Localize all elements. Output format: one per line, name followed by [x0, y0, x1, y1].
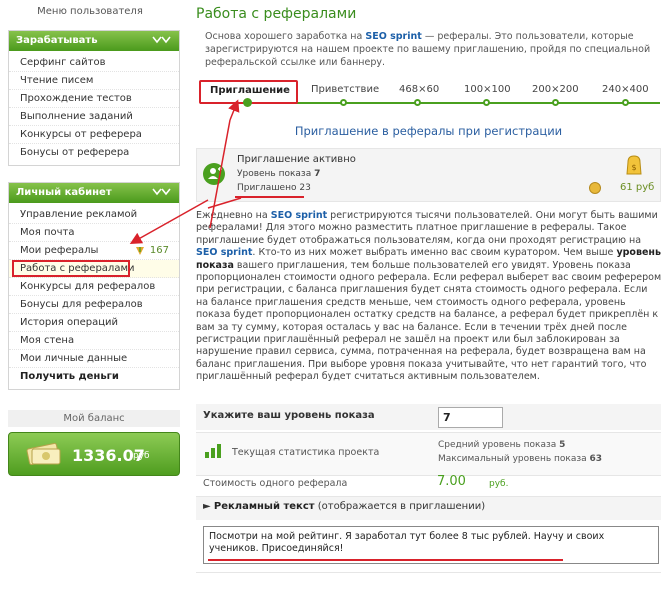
- tab-invitation-label: Приглашение: [210, 85, 290, 96]
- sidebar-item-my-wall[interactable]: Моя стена: [9, 332, 179, 350]
- stats-average: Средний уровень показа 5: [438, 440, 565, 450]
- cabinet-section: Личный кабинет Управление рекламой Моя п…: [8, 182, 180, 390]
- chevron-down-icon[interactable]: [151, 34, 173, 47]
- sidebar-item-withdraw[interactable]: Получить деньги: [9, 368, 179, 386]
- intro-text: Основа хорошего заработка на SEO sprint …: [205, 30, 655, 69]
- page-title: Работа с рефералами: [196, 6, 357, 22]
- svg-text:$: $: [631, 163, 636, 172]
- annotation-underline: [208, 559, 563, 561]
- tab-240x400[interactable]: 240×400: [602, 84, 649, 95]
- cost-currency: руб.: [489, 479, 509, 489]
- status-invited-label: Приглашено: [237, 183, 297, 193]
- balance-title: Мой баланс: [8, 410, 180, 427]
- divider: [196, 572, 661, 573]
- sidebar-item-my-referrals[interactable]: Мои рефералы 167: [9, 242, 179, 260]
- stats-average-value: 5: [559, 440, 566, 450]
- sidebar-item-personal-data[interactable]: Мои личные данные: [9, 350, 179, 368]
- stats-label: Текущая статистика проекта: [232, 447, 380, 458]
- sidebar-item-referral-work[interactable]: Работа с рефералами: [9, 260, 179, 278]
- invitation-price: 61 руб: [620, 182, 655, 193]
- money-icon: [26, 442, 61, 466]
- balance-currency: руб: [133, 451, 150, 461]
- tab-dot: [622, 99, 629, 106]
- tab-200x200[interactable]: 200×200: [532, 84, 579, 95]
- cabinet-section-header[interactable]: Личный кабинет: [9, 183, 179, 203]
- bar-chart-icon: [205, 444, 221, 458]
- sidebar-item-label: Мои рефералы: [20, 245, 99, 256]
- sidebar-item-surfing[interactable]: Серфинг сайтов: [9, 54, 179, 72]
- desc-brand: SEO sprint: [270, 210, 328, 221]
- stats-max-value: 63: [589, 454, 603, 464]
- sidebar-item-referral-contests[interactable]: Конкурсы для рефералов: [9, 278, 179, 296]
- annotation-underline: [235, 196, 304, 198]
- intro-prefix: Основа хорошего заработка на: [205, 31, 366, 42]
- desc-p1: Ежедневно на: [196, 210, 271, 221]
- add-user-icon: [203, 163, 225, 185]
- tab-dot: [340, 99, 347, 106]
- coin-icon: $: [626, 155, 642, 175]
- tab-greeting[interactable]: Приветствие: [311, 84, 379, 95]
- desc-brand2: SEO sprint: [196, 247, 253, 259]
- intro-brand: SEO sprint: [365, 31, 422, 42]
- tab-dot: [552, 99, 559, 106]
- invitation-title: Приглашение в рефералы при регистрации: [294, 124, 563, 138]
- sidebar-item-tasks[interactable]: Выполнение заданий: [9, 108, 179, 126]
- earn-section-header[interactable]: Зарабатывать: [9, 31, 179, 51]
- status-invited: Приглашено 23: [237, 183, 311, 193]
- tab-dot: [483, 99, 490, 106]
- earn-section-title: Зарабатывать: [16, 35, 98, 46]
- status-invited-value: 23: [299, 183, 311, 193]
- ad-label-bold: Рекламный текст: [213, 501, 315, 512]
- stats-max-label: Максимальный уровень показа: [438, 454, 587, 464]
- reward-icon: [136, 247, 144, 255]
- sidebar-item-referer-contests[interactable]: Конкурсы от реферера: [9, 126, 179, 144]
- cost-label: Стоимость одного реферала: [203, 478, 348, 489]
- referrals-count: 167: [149, 245, 169, 256]
- desc-p3: . Кто-то из них может выбрать именно вас…: [252, 247, 617, 259]
- earn-section: Зарабатывать Серфинг сайтов Чтение писем…: [8, 30, 180, 166]
- level-label: Укажите ваш уровень показа: [203, 410, 375, 421]
- gear-icon[interactable]: [589, 182, 601, 194]
- cabinet-section-title: Личный кабинет: [16, 187, 112, 198]
- sidebar-item-mail-reading[interactable]: Чтение писем: [9, 72, 179, 90]
- level-input[interactable]: 7: [438, 407, 503, 428]
- active-tab-dot: [243, 98, 252, 107]
- ad-text-label: ► Рекламный текст (отображается в пригла…: [203, 501, 486, 512]
- arrow-to-tab: [228, 99, 240, 121]
- sidebar-item-history[interactable]: История операций: [9, 314, 179, 332]
- tab-dot: [414, 99, 421, 106]
- tab-468x60[interactable]: 468×60: [399, 84, 439, 95]
- highlight-frame: [12, 260, 130, 277]
- status-active-label: Приглашение активно: [237, 154, 356, 165]
- sidebar-item-my-mail[interactable]: Моя почта: [9, 224, 179, 242]
- chevron-down-icon[interactable]: [151, 186, 173, 199]
- stats-max: Максимальный уровень показа 63: [438, 454, 602, 464]
- tab-100x100[interactable]: 100×100: [464, 84, 511, 95]
- sidebar-item-referral-bonuses[interactable]: Бонусы для рефералов: [9, 296, 179, 314]
- status-level: Уровень показа 7: [237, 169, 320, 179]
- ad-label-rest: (отображается в приглашении): [314, 501, 486, 512]
- status-level-value: 7: [314, 169, 321, 179]
- desc-p4: вашего приглашения, тем больше пользоват…: [196, 259, 662, 383]
- description-text: Ежедневно на SEO sprint регистрируются т…: [196, 210, 662, 384]
- sidebar-item-referer-bonuses[interactable]: Бонусы от реферера: [9, 144, 179, 162]
- sidebar-item-tests[interactable]: Прохождение тестов: [9, 90, 179, 108]
- status-level-label: Уровень показа: [237, 169, 312, 179]
- stats-average-label: Средний уровень показа: [438, 440, 557, 450]
- cost-value: 7.00: [437, 474, 466, 489]
- sidebar-item-ad-management[interactable]: Управление рекламой: [9, 206, 179, 224]
- sidebar-menu-title: Меню пользователя: [37, 6, 143, 17]
